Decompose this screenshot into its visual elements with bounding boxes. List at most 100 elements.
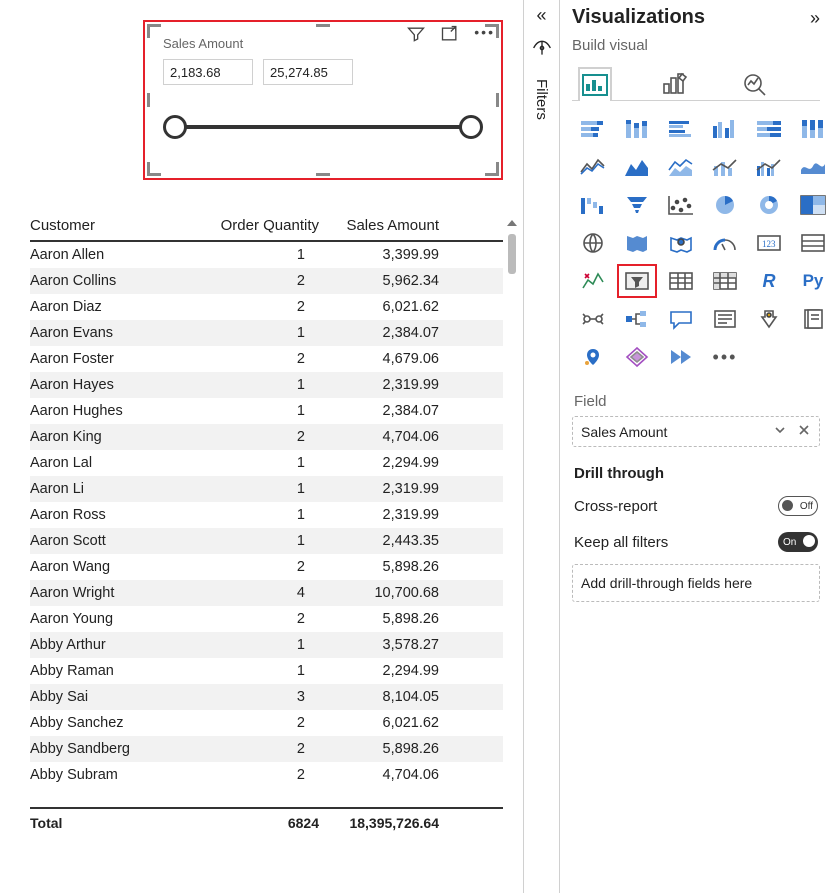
viz-goals-icon[interactable]	[752, 305, 786, 333]
remove-field-icon[interactable]	[797, 423, 811, 440]
viz-clustered-bar-icon[interactable]	[664, 115, 698, 143]
resize-handle[interactable]	[485, 24, 499, 38]
table-row[interactable]: Aaron Wright410,700.68	[30, 580, 503, 606]
viz-gauge-icon[interactable]	[708, 229, 742, 257]
table-visual[interactable]: Customer Order Quantity Sales Amount Aar…	[30, 214, 503, 834]
table-row[interactable]: Aaron Hughes12,384.07	[30, 398, 503, 424]
viz-line-clustered-column-icon[interactable]	[752, 153, 786, 181]
viz-funnel-icon[interactable]	[620, 191, 654, 219]
viz-power-automate-icon[interactable]	[664, 343, 698, 371]
column-header-customer[interactable]: Customer	[30, 217, 205, 234]
viz-kpi-icon[interactable]	[576, 267, 610, 295]
table-row[interactable]: Aaron Foster24,679.06	[30, 346, 503, 372]
viz-multi-row-card-icon[interactable]	[796, 229, 830, 257]
table-row[interactable]: Abby Sandberg25,898.26	[30, 736, 503, 762]
expand-right-icon[interactable]: »	[810, 9, 820, 27]
tab-format-visual[interactable]	[658, 66, 692, 100]
table-row[interactable]: Abby Arthur13,578.27	[30, 632, 503, 658]
viz-area-icon[interactable]	[620, 153, 654, 181]
report-canvas[interactable]: ••• Sales Amount	[0, 0, 524, 893]
viz-clustered-column-icon[interactable]	[708, 115, 742, 143]
table-row[interactable]: Aaron Allen13,399.99	[30, 242, 503, 268]
resize-handle[interactable]	[147, 93, 150, 107]
viz-r-visual-icon[interactable]: R	[752, 267, 786, 295]
table-row[interactable]: Abby Sanchez26,021.62	[30, 710, 503, 736]
chevron-down-icon[interactable]	[773, 423, 787, 440]
scroll-up-icon[interactable]	[507, 220, 517, 226]
collapse-left-icon[interactable]: «	[536, 6, 546, 24]
viz-card-icon[interactable]: 123	[752, 229, 786, 257]
table-row[interactable]: Aaron Evans12,384.07	[30, 320, 503, 346]
table-row[interactable]: Aaron Lal12,294.99	[30, 450, 503, 476]
resize-handle[interactable]	[147, 24, 161, 38]
table-row[interactable]: Aaron Scott12,443.35	[30, 528, 503, 554]
resize-handle[interactable]	[316, 24, 330, 27]
table-row[interactable]: Aaron Collins25,962.34	[30, 268, 503, 294]
table-row[interactable]: Abby Subram24,704.06	[30, 762, 503, 788]
scrollbar[interactable]	[507, 220, 517, 794]
keep-filters-toggle[interactable]: On	[778, 532, 818, 552]
filters-pane-collapsed[interactable]: « Filters	[524, 0, 560, 893]
viz-power-apps-icon[interactable]	[620, 343, 654, 371]
table-row[interactable]: Abby Raman12,294.99	[30, 658, 503, 684]
resize-handle[interactable]	[147, 162, 161, 176]
viz-treemap-icon[interactable]	[796, 191, 830, 219]
table-cell: 2	[205, 559, 325, 575]
table-row[interactable]: Aaron Wang25,898.26	[30, 554, 503, 580]
slicer-max-input[interactable]	[263, 59, 353, 85]
table-row[interactable]: Abby Sai38,104.05	[30, 684, 503, 710]
cross-report-toggle[interactable]: Off	[778, 496, 818, 516]
table-row[interactable]: Aaron Diaz26,021.62	[30, 294, 503, 320]
viz-paginated-icon[interactable]	[796, 305, 830, 333]
viz-stacked-bar-icon[interactable]	[576, 115, 610, 143]
table-row[interactable]: Aaron Ross12,319.99	[30, 502, 503, 528]
viz-narrative-icon[interactable]	[708, 305, 742, 333]
viz-arcgis-icon[interactable]	[576, 343, 610, 371]
viz-scatter-icon[interactable]	[664, 191, 698, 219]
table-cell: Aaron Li	[30, 481, 205, 497]
resize-handle[interactable]	[316, 173, 330, 176]
slicer-visual[interactable]: Sales Amount	[143, 20, 503, 180]
table-row[interactable]: Aaron Young25,898.26	[30, 606, 503, 632]
viz-waterfall-icon[interactable]	[576, 191, 610, 219]
viz-more-icon[interactable]: •••	[708, 343, 742, 371]
viz-pie-icon[interactable]	[708, 191, 742, 219]
resize-handle[interactable]	[485, 162, 499, 176]
viz-python-visual-icon[interactable]: Py	[796, 267, 830, 295]
slider-handle-min[interactable]	[163, 115, 187, 139]
viz-key-influencers-icon[interactable]	[576, 305, 610, 333]
viz-100-stacked-column-icon[interactable]	[796, 115, 830, 143]
slider-handle-max[interactable]	[459, 115, 483, 139]
table-row[interactable]: Aaron Hayes12,319.99	[30, 372, 503, 398]
viz-matrix-icon[interactable]	[708, 267, 742, 295]
viz-map-icon[interactable]	[576, 229, 610, 257]
scroll-thumb[interactable]	[508, 234, 516, 274]
drill-through-drop-target[interactable]: Add drill-through fields here	[572, 564, 820, 602]
viz-line-stacked-column-icon[interactable]	[708, 153, 742, 181]
field-well[interactable]: Sales Amount	[572, 416, 820, 447]
tab-build-visual[interactable]	[578, 67, 612, 101]
viz-stacked-area-icon[interactable]	[664, 153, 698, 181]
viz-line-icon[interactable]	[576, 153, 610, 181]
table-row[interactable]: Aaron Li12,319.99	[30, 476, 503, 502]
viz-donut-icon[interactable]	[752, 191, 786, 219]
resize-handle[interactable]	[496, 93, 499, 107]
viz-qna-icon[interactable]	[664, 305, 698, 333]
slicer-min-input[interactable]	[163, 59, 253, 85]
viz-table-icon[interactable]	[664, 267, 698, 295]
tab-analytics[interactable]	[738, 66, 772, 100]
viz-stacked-column-icon[interactable]	[620, 115, 654, 143]
field-section-label: Field	[574, 393, 820, 410]
column-header-order-quantity[interactable]: Order Quantity	[205, 217, 325, 234]
show-hide-pane-icon[interactable]	[532, 38, 552, 61]
table-cell: 4,704.06	[325, 429, 445, 445]
viz-azure-map-icon[interactable]	[664, 229, 698, 257]
viz-100-stacked-bar-icon[interactable]	[752, 115, 786, 143]
viz-slicer-icon[interactable]	[620, 267, 654, 295]
table-row[interactable]: Aaron King24,704.06	[30, 424, 503, 450]
viz-filled-map-icon[interactable]	[620, 229, 654, 257]
viz-ribbon-icon[interactable]	[796, 153, 830, 181]
column-header-sales-amount[interactable]: Sales Amount	[325, 217, 445, 234]
range-slider[interactable]	[175, 107, 471, 147]
viz-decomposition-tree-icon[interactable]	[620, 305, 654, 333]
